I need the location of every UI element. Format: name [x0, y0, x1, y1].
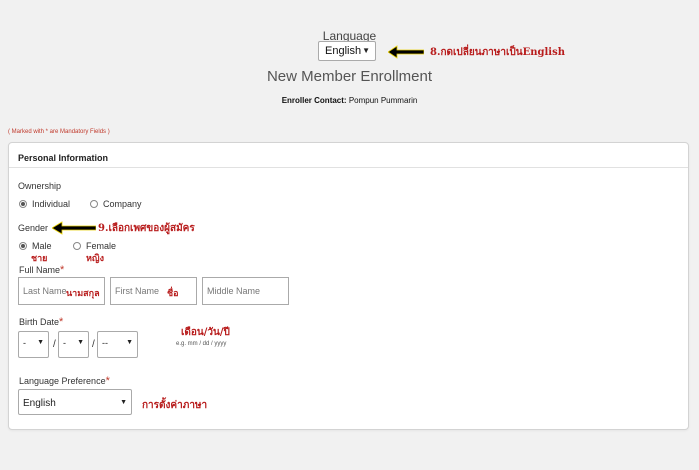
gender-male-radio[interactable] [19, 242, 27, 250]
ownership-company-label: Company [103, 199, 142, 209]
birth-month-value: - [23, 338, 26, 348]
section-title: Personal Information [18, 153, 109, 163]
arrow-left-icon [388, 45, 424, 59]
birth-date-label: Birth Date* [19, 316, 63, 328]
language-preference-select[interactable]: English ▼ [18, 389, 132, 415]
full-name-label: Full Name* [19, 264, 64, 276]
enroller-contact-name: Pompun Pummarin [348, 96, 418, 105]
annotation-female-th: หญิง [86, 254, 104, 264]
gender-label: Gender [18, 223, 49, 233]
birth-day-select[interactable]: - ▼ [58, 331, 89, 358]
date-separator: / [92, 339, 95, 350]
birth-year-select[interactable]: -- ▼ [97, 331, 138, 358]
annotation-lastname-th: นามสกุล [66, 289, 100, 299]
chevron-down-icon: ▼ [37, 339, 44, 346]
birth-date-label-text: Birth Date [19, 317, 60, 327]
enroller-contact: Enroller Contact: Pompun Pummarin [0, 96, 699, 105]
language-select-value: English [325, 45, 362, 57]
required-mark: * [105, 375, 110, 387]
annotation-step8: 8.กดเปลี่ยนภาษาเป็นEnglish [430, 47, 565, 58]
birth-month-select[interactable]: - ▼ [18, 331, 49, 358]
required-mark: * [60, 264, 65, 276]
chevron-down-icon: ▼ [120, 399, 127, 406]
ownership-company-radio[interactable] [90, 200, 98, 208]
first-name-input[interactable]: First Name [110, 277, 197, 305]
ownership-individual-label: Individual [32, 199, 71, 209]
annotation-firstname-th: ชื่อ [167, 289, 179, 299]
arrow-left-icon [52, 221, 96, 235]
birth-date-hint: e.g. mm / dd / yyyy [176, 341, 227, 347]
full-name-label-text: Full Name [19, 265, 61, 275]
required-mark: * [59, 316, 64, 328]
ownership-label: Ownership [18, 181, 62, 191]
language-preference-label-text: Language Preference [19, 376, 106, 386]
gender-female-label: Female [86, 241, 117, 251]
gender-male-label: Male [32, 241, 52, 251]
chevron-down-icon: ▼ [362, 46, 370, 55]
annotation-date-th: เดือน/วัน/ปี [181, 327, 230, 338]
section-divider [9, 167, 688, 168]
chevron-down-icon: ▼ [77, 339, 84, 346]
ownership-individual-radio[interactable] [19, 200, 27, 208]
annotation-male-th: ชาย [31, 254, 48, 264]
language-preference-value: English [23, 398, 56, 409]
page-title: New Member Enrollment [266, 68, 433, 85]
middle-name-input[interactable]: Middle Name [202, 277, 289, 305]
mandatory-note: ( Marked with * are Mandatory Fields ) [8, 129, 110, 135]
annotation-step9: 9.เลือกเพศของผู้สมัคร [98, 223, 195, 234]
birth-year-value: -- [102, 338, 108, 348]
language-preference-label: Language Preference* [19, 375, 110, 387]
language-select[interactable]: English ▼ [318, 41, 376, 61]
annotation-lang-th: การตั้งค่าภาษา [142, 400, 208, 411]
enroller-contact-label: Enroller Contact: [281, 96, 347, 105]
birth-day-value: - [63, 338, 66, 348]
gender-female-radio[interactable] [73, 242, 81, 250]
chevron-down-icon: ▼ [126, 339, 133, 346]
date-separator: / [53, 339, 56, 350]
